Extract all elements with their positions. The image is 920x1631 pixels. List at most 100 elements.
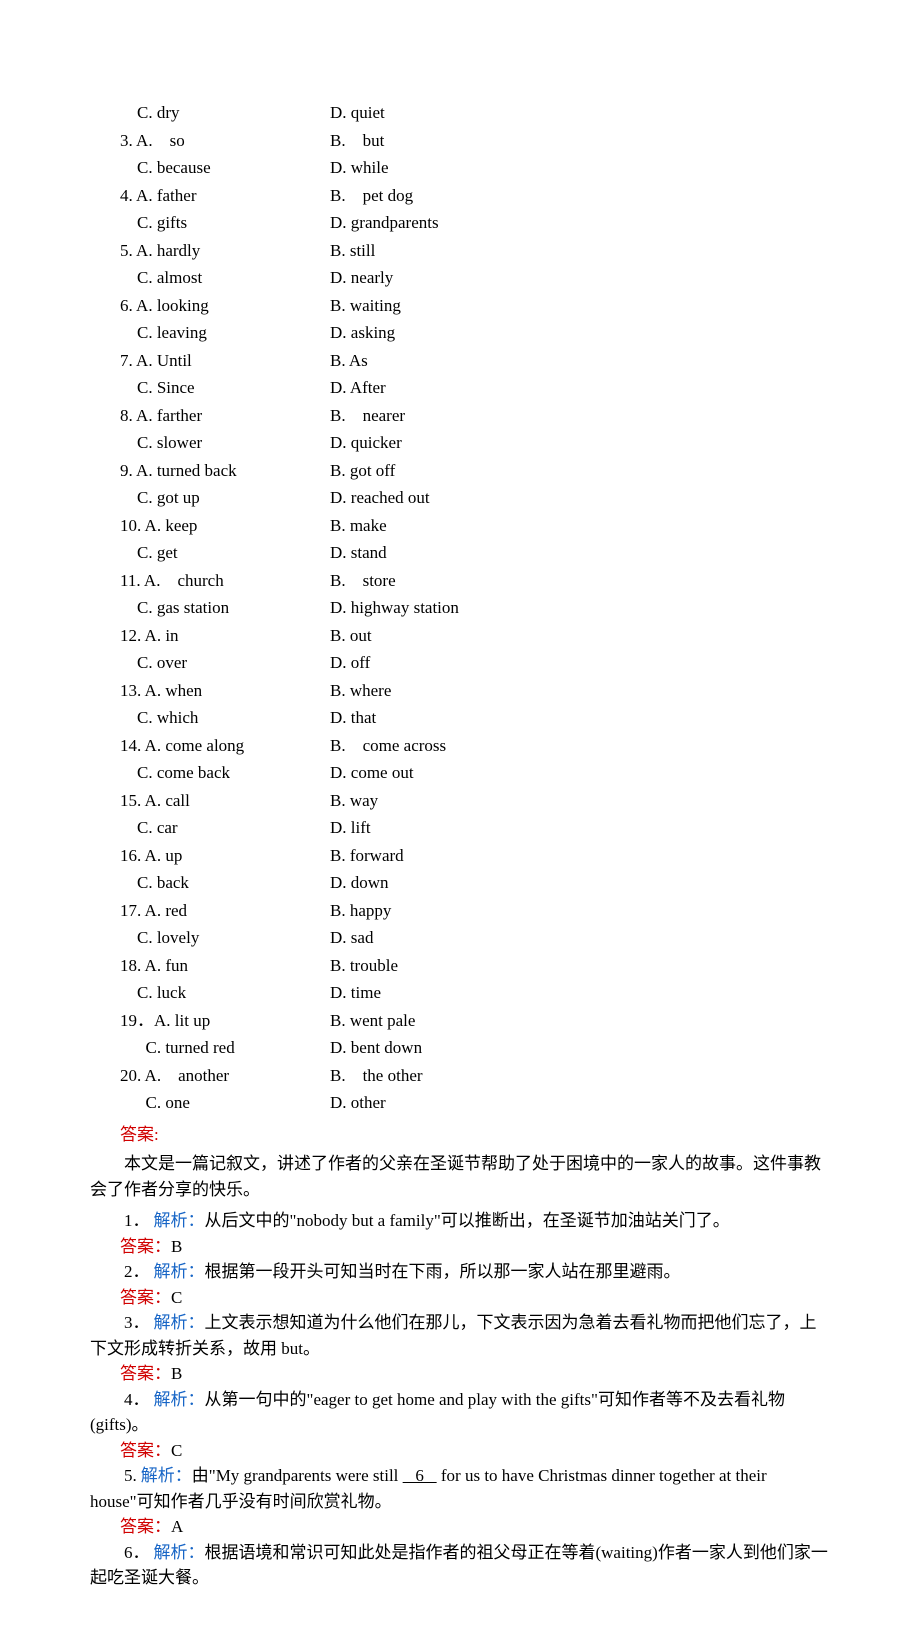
mc-option-right: D. while: [330, 155, 389, 181]
mc-option-right: D. that: [330, 705, 376, 731]
mc-option-right: B. still: [330, 238, 375, 264]
mc-row: 17. A. redB. happy: [90, 898, 830, 924]
answer-label: 答案：: [120, 1288, 171, 1307]
mc-option-left: C. luck: [120, 980, 330, 1006]
explanation-label: 解析：: [141, 1466, 192, 1485]
mc-option-left: 18. A. fun: [120, 953, 330, 979]
mc-option-right: B. nearer: [330, 403, 405, 429]
answers-heading: 答案:: [90, 1122, 830, 1148]
mc-row: 15. A. callB. way: [90, 788, 830, 814]
mc-option-left: 6. A. looking: [120, 293, 330, 319]
mc-row: C. backD. down: [90, 870, 830, 896]
mc-option-right: B. got off: [330, 458, 395, 484]
explanation-number: 2．: [124, 1262, 150, 1281]
mc-option-left: 10. A. keep: [120, 513, 330, 539]
mc-option-right: B. out: [330, 623, 372, 649]
mc-option-right: B. As: [330, 348, 368, 374]
mc-row: C. leavingD. asking: [90, 320, 830, 346]
mc-option-right: D. bent down: [330, 1035, 422, 1061]
answer-value: B: [171, 1237, 182, 1256]
explanation: 3．解析：上文表示想知道为什么他们在那儿，下文表示因为急着去看礼物而把他们忘了，…: [60, 1310, 830, 1361]
mc-option-right: D. time: [330, 980, 381, 1006]
mc-option-left: C. gas station: [120, 595, 330, 621]
mc-option-right: B. happy: [330, 898, 391, 924]
answer-line: 答案：B: [90, 1361, 830, 1387]
mc-row: C. lovelyD. sad: [90, 925, 830, 951]
mc-option-right: B. pet dog: [330, 183, 413, 209]
explanation-label: 解析：: [154, 1262, 205, 1281]
mc-option-left: C. which: [120, 705, 330, 731]
mc-row: 8. A. fartherB. nearer: [90, 403, 830, 429]
mc-row: C. carD. lift: [90, 815, 830, 841]
mc-option-left: C. got up: [120, 485, 330, 511]
mc-option-right: B. but: [330, 128, 384, 154]
explanation-number: 4．: [124, 1390, 150, 1409]
answer-value: A: [171, 1517, 183, 1536]
mc-row: C. giftsD. grandparents: [90, 210, 830, 236]
mc-row: C. dryD. quiet: [90, 100, 830, 126]
mc-row: C. whichD. that: [90, 705, 830, 731]
mc-option-right: B. trouble: [330, 953, 398, 979]
mc-row: C. slowerD. quicker: [90, 430, 830, 456]
mc-row: 4. A. fatherB. pet dog: [90, 183, 830, 209]
mc-option-right: B. make: [330, 513, 387, 539]
explanation: 5.解析：由"My grandparents were still 6 for …: [60, 1463, 830, 1514]
mc-row: C. becauseD. while: [90, 155, 830, 181]
mc-option-left: 5. A. hardly: [120, 238, 330, 264]
document-page: C. dryD. quiet3. A. soB. but C. becauseD…: [0, 0, 920, 1631]
mc-option-right: B. the other: [330, 1063, 423, 1089]
mc-row: C. got upD. reached out: [90, 485, 830, 511]
answer-value: C: [171, 1288, 182, 1307]
mc-option-right: D. come out: [330, 760, 414, 786]
answer-line: 答案：C: [90, 1285, 830, 1311]
mc-row: 18. A. funB. trouble: [90, 953, 830, 979]
mc-option-left: C. one: [120, 1090, 330, 1116]
mc-option-right: B. where: [330, 678, 391, 704]
explanation: 6．解析：根据语境和常识可知此处是指作者的祖父母正在等着(waiting)作者一…: [60, 1540, 830, 1591]
mc-row: 14. A. come alongB. come across: [90, 733, 830, 759]
explanation-number: 5.: [124, 1466, 137, 1485]
mc-option-right: B. forward: [330, 843, 404, 869]
mc-option-right: D. lift: [330, 815, 371, 841]
mc-option-right: D. nearly: [330, 265, 393, 291]
mc-option-left: 9. A. turned back: [120, 458, 330, 484]
mc-option-left: C. Since: [120, 375, 330, 401]
mc-option-left: 4. A. father: [120, 183, 330, 209]
explanations: 1．解析：从后文中的"nobody but a family"可以推断出，在圣诞…: [90, 1208, 830, 1591]
mc-row: C. overD. off: [90, 650, 830, 676]
mc-option-right: D. asking: [330, 320, 395, 346]
explanation-label: 解析：: [154, 1390, 205, 1409]
explanation-number: 6．: [124, 1543, 150, 1562]
mc-row: 13. A. whenB. where: [90, 678, 830, 704]
mc-option-right: B. went pale: [330, 1008, 415, 1034]
mc-option-left: C. back: [120, 870, 330, 896]
explanation-body: 根据第一段开头可知当时在下雨，所以那一家人站在那里避雨。: [205, 1262, 681, 1281]
mc-option-left: C. get: [120, 540, 330, 566]
explanation-label: 解析：: [154, 1211, 205, 1230]
mc-option-right: D. quicker: [330, 430, 402, 456]
answer-value: C: [171, 1441, 182, 1460]
answer-label: 答案：: [120, 1237, 171, 1256]
explanation-label: 解析：: [154, 1543, 205, 1562]
explanation-number: 1．: [124, 1211, 150, 1230]
mc-option-right: B. come across: [330, 733, 446, 759]
intro-paragraph: 本文是一篇记叙文，讲述了作者的父亲在圣诞节帮助了处于困境中的一家人的故事。这件事…: [60, 1151, 830, 1202]
mc-option-right: B. store: [330, 568, 396, 594]
mc-option-right: D. reached out: [330, 485, 430, 511]
mc-option-left: 8. A. farther: [120, 403, 330, 429]
mc-option-left: C. slower: [120, 430, 330, 456]
mc-option-left: 11. A. church: [120, 568, 330, 594]
mc-row: 11. A. churchB. store: [90, 568, 830, 594]
blank-underline: 6: [403, 1466, 437, 1485]
mc-option-left: 19．A. lit up: [120, 1008, 330, 1034]
mc-option-left: 3. A. so: [120, 128, 330, 154]
answer-line: 答案：C: [90, 1438, 830, 1464]
explanation-label: 解析：: [154, 1313, 205, 1332]
mc-row: 20. A. another B. the other: [90, 1063, 830, 1089]
mc-row: 16. A. upB. forward: [90, 843, 830, 869]
mc-option-right: D. other: [330, 1090, 386, 1116]
mc-option-right: D. sad: [330, 925, 373, 951]
mc-row: C. oneD. other: [90, 1090, 830, 1116]
mc-option-right: B. way: [330, 788, 378, 814]
mc-option-left: 7. A. Until: [120, 348, 330, 374]
